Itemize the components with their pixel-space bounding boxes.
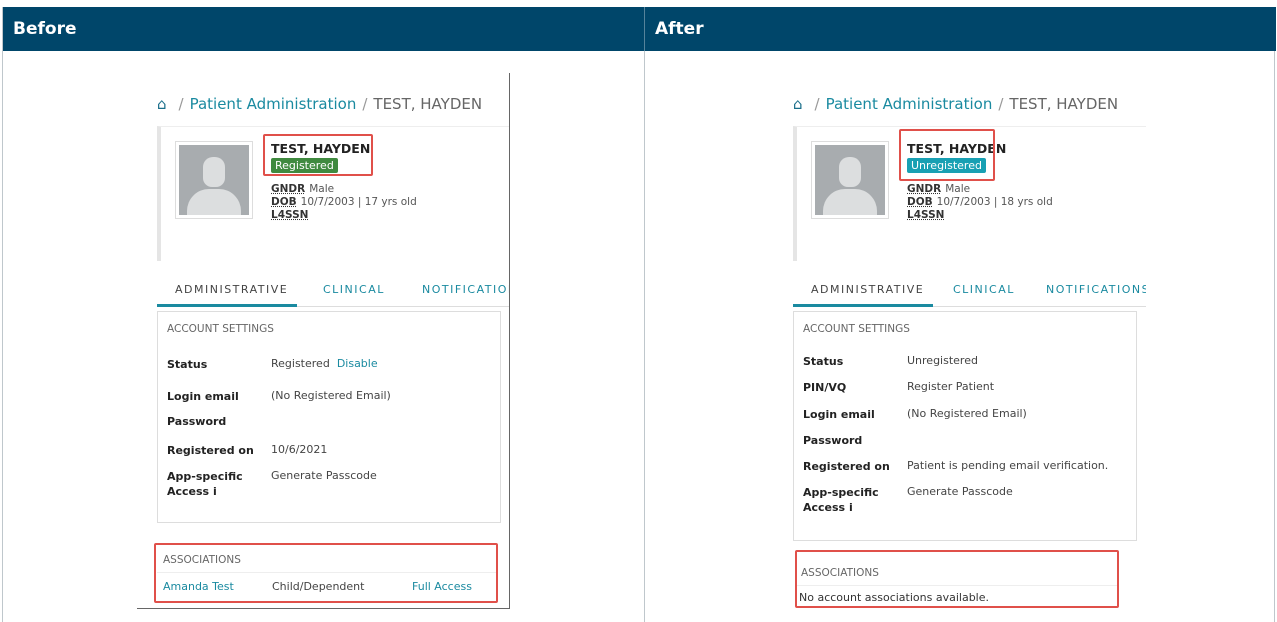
generate-passcode-link[interactable]: Generate Passcode (907, 485, 1013, 498)
active-tab-indicator (157, 304, 297, 307)
home-icon[interactable]: ⌂ (157, 95, 167, 113)
tab-bar: ADMINISTRATIVE CLINICAL NOTIFICATIONS (157, 273, 509, 307)
tab-clinical[interactable]: CLINICAL (323, 283, 385, 296)
gender-row: GNDR Male (271, 183, 335, 195)
l4ssn-row: L4SSN (907, 209, 945, 221)
tab-administrative[interactable]: ADMINISTRATIVE (175, 283, 288, 296)
after-screenshot: ⌂ / Patient Administration / TEST, HAYDEN TE… (773, 73, 1146, 615)
column-divider (644, 51, 645, 622)
patient-card: TEST, HAYDEN Unregistered GNDR Male DOB 10… (793, 126, 1146, 261)
avatar-silhouette-icon (839, 157, 861, 187)
account-settings-panel: ACCOUNT SETTINGS Status Unregistered PIN/… (793, 311, 1137, 541)
dob-row: DOB 10/7/2003 | 17 yrs old (271, 196, 417, 208)
register-patient-link[interactable]: Register Patient (907, 380, 994, 393)
highlight-box (263, 134, 373, 176)
generate-passcode-link[interactable]: Generate Passcode (271, 469, 377, 482)
avatar (175, 141, 253, 219)
avatar (811, 141, 889, 219)
after-header: After (644, 7, 1276, 51)
tab-clinical[interactable]: CLINICAL (953, 283, 1015, 296)
info-icon[interactable]: i (849, 501, 853, 514)
breadcrumb-link[interactable]: Patient Administration (190, 95, 357, 113)
breadcrumb: ⌂ / Patient Administration / TEST, HAYDEN (793, 95, 1119, 113)
highlight-box (154, 543, 498, 603)
before-header: Before (3, 7, 644, 51)
panel-title: ACCOUNT SETTINGS (167, 323, 274, 335)
breadcrumb-current: TEST, HAYDEN (1009, 95, 1119, 113)
tab-notifications[interactable]: NOTIFICATIONS (1046, 283, 1146, 296)
home-icon[interactable]: ⌂ (793, 95, 803, 113)
dob-row: DOB 10/7/2003 | 18 yrs old (907, 196, 1053, 208)
breadcrumb: ⌂ / Patient Administration / TEST, HAYDEN (157, 95, 483, 113)
tab-bar: ADMINISTRATIVE CLINICAL NOTIFICATIONS (793, 273, 1146, 307)
gender-row: GNDR Male (907, 183, 971, 195)
highlight-box (795, 550, 1119, 608)
avatar-silhouette-icon (203, 157, 225, 187)
disable-link[interactable]: Disable (337, 357, 378, 370)
account-settings-panel: ACCOUNT SETTINGS Status Registered Disabl… (157, 311, 501, 523)
tab-notifications[interactable]: NOTIFICATIONS (422, 283, 509, 296)
tab-administrative[interactable]: ADMINISTRATIVE (811, 283, 924, 296)
info-icon[interactable]: i (213, 485, 217, 498)
highlight-box (899, 129, 995, 181)
patient-card: TEST, HAYDEN Registered GNDR Male DOB 10/7… (157, 126, 509, 261)
breadcrumb-current: TEST, HAYDEN (373, 95, 483, 113)
active-tab-indicator (793, 304, 933, 307)
breadcrumb-link[interactable]: Patient Administration (826, 95, 993, 113)
l4ssn-row: L4SSN (271, 209, 309, 221)
panel-title: ACCOUNT SETTINGS (803, 323, 910, 335)
before-screenshot: ⌂ / Patient Administration / TEST, HAYDEN TE… (137, 73, 510, 609)
